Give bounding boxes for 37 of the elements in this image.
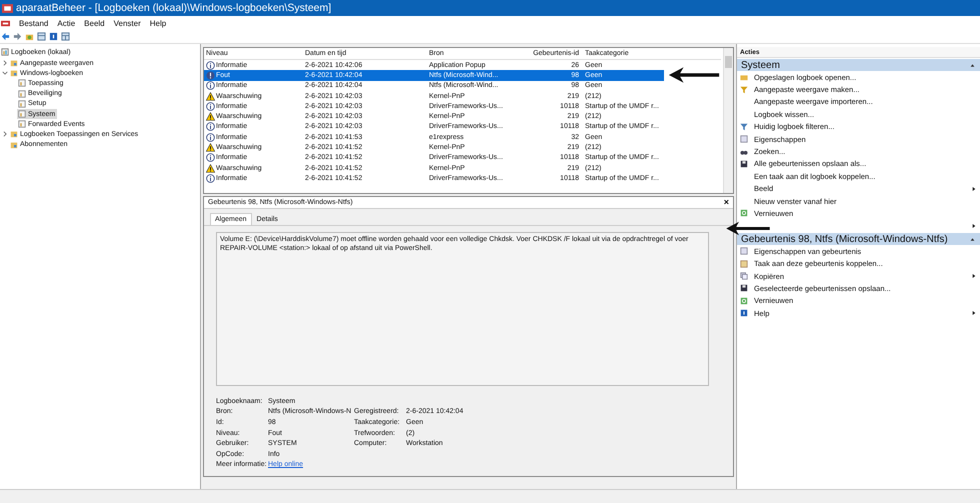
log-icon (1, 48, 9, 56)
menu-item[interactable]: Actie (57, 18, 76, 28)
close-button[interactable]: × (724, 199, 729, 206)
section-header[interactable]: Systeem (737, 59, 980, 71)
arrow-drawing (668, 66, 720, 84)
log-icon (18, 100, 26, 108)
forward-icon[interactable] (13, 32, 22, 41)
menu-item[interactable]: Bestand (19, 18, 48, 28)
collapse-caret-icon[interactable] (970, 62, 975, 68)
submenu-arrow-icon[interactable] (972, 310, 976, 316)
scrollbar[interactable] (723, 48, 733, 193)
expanded-caret-icon[interactable] (2, 70, 8, 76)
back-icon[interactable] (1, 32, 10, 41)
section-header[interactable]: Gebeurtenis 98, Ntfs (Microsoft-Windows-Ntfs) (737, 233, 980, 246)
log-icon (18, 110, 26, 118)
folder-icon (10, 140, 18, 149)
submenu-arrow-icon[interactable] (972, 273, 976, 280)
submenu-arrow-icon[interactable] (972, 186, 976, 192)
menu-item[interactable]: Venster (114, 18, 141, 28)
folder-icon (10, 130, 18, 138)
log-icon (18, 90, 26, 98)
folder-icon[interactable] (25, 32, 34, 41)
submenu-arrow-icon[interactable] (972, 222, 976, 229)
window-title: aparaatBeheer - [Logboeken (lokaal)\Windows-logboeken\Systeem] (16, 2, 332, 14)
app-icon (2, 2, 13, 14)
panel-icon[interactable] (37, 32, 46, 41)
help-icon[interactable] (49, 32, 58, 41)
collapsed-caret-icon[interactable] (2, 60, 8, 66)
folder-icon (10, 59, 18, 68)
menu-item[interactable]: Beeld (84, 18, 105, 28)
folder-icon (10, 69, 18, 78)
collapsed-caret-icon[interactable] (2, 131, 8, 138)
collapse-caret-icon[interactable] (970, 236, 975, 242)
panel-icon[interactable] (61, 32, 70, 41)
menu-item[interactable]: Help (150, 18, 166, 28)
log-icon (18, 120, 26, 128)
log-icon (18, 79, 26, 88)
